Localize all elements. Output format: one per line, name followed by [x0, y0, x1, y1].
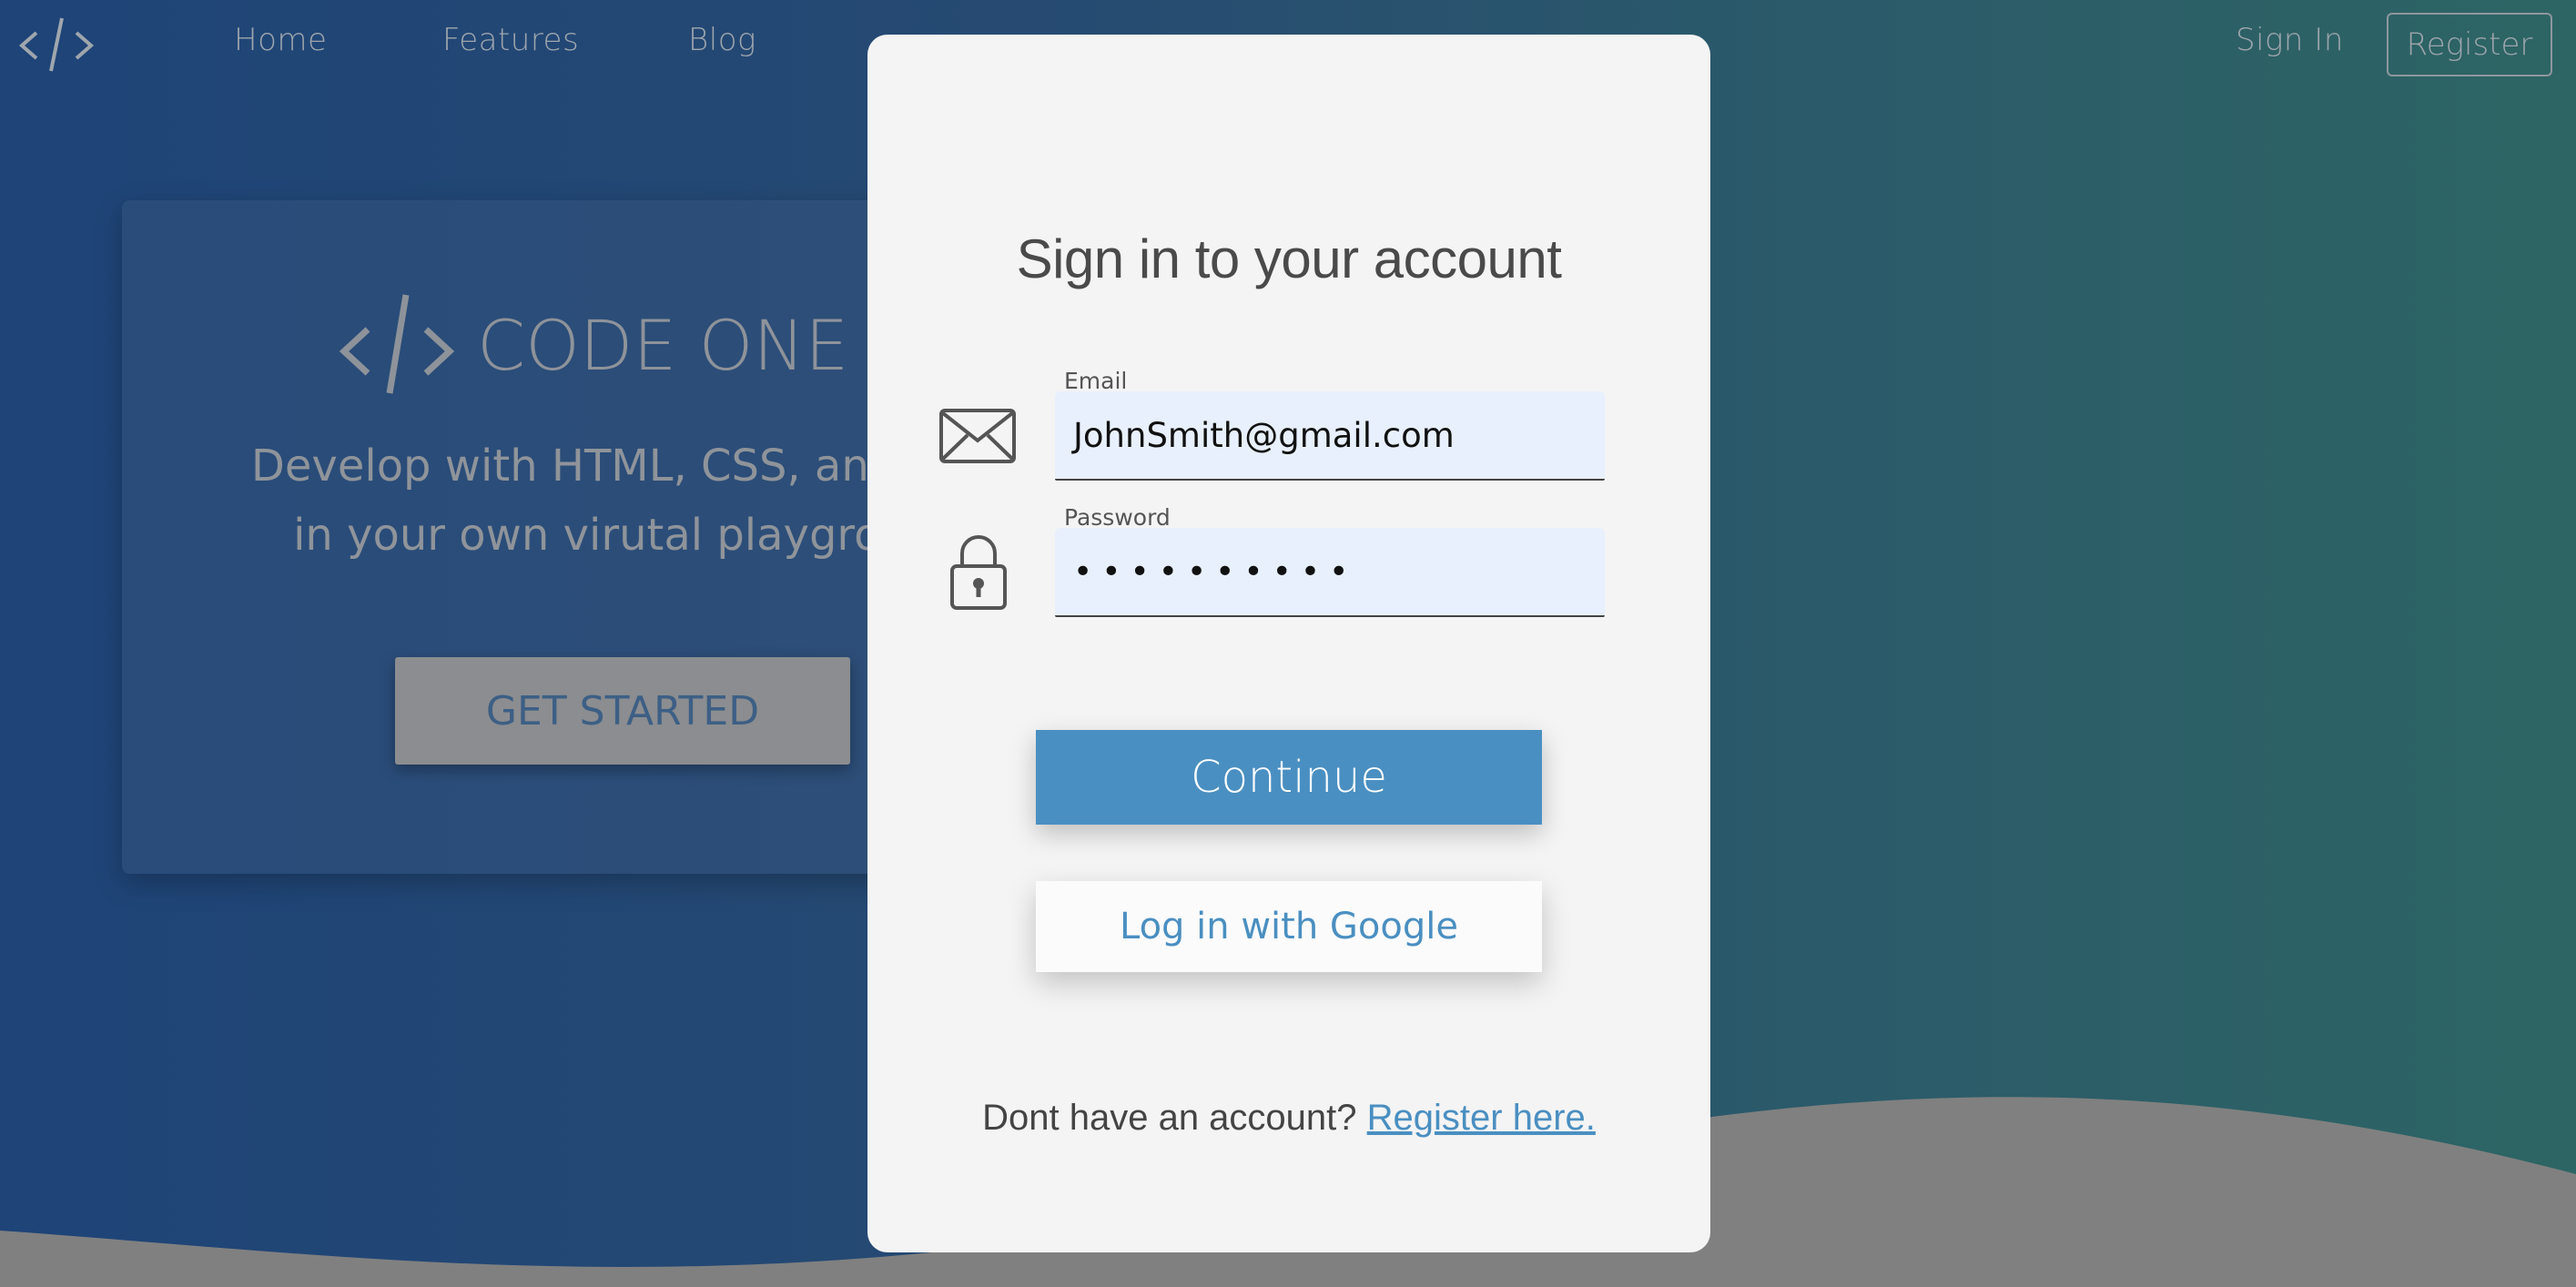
nav-blog-link[interactable]: Blog [688, 22, 756, 58]
hero-title: CODE ONE [337, 291, 848, 399]
code-brackets-icon[interactable] [16, 13, 96, 76]
google-login-button[interactable]: Log in with Google [1036, 881, 1542, 972]
lock-icon [950, 535, 1007, 610]
code-brackets-icon [339, 294, 455, 394]
continue-button[interactable]: Continue [1036, 730, 1542, 825]
nav-features-link[interactable]: Features [442, 22, 579, 58]
get-started-button[interactable]: GET STARTED [395, 657, 850, 765]
register-link[interactable]: Register here. [1367, 1098, 1596, 1138]
nav-sign-in-link[interactable]: Sign In [2236, 22, 2344, 58]
register-prompt: Dont have an account? Register here. [867, 1098, 1710, 1139]
password-field[interactable]: •••••••••• [1055, 528, 1605, 617]
nav-register-button[interactable]: Register [2387, 13, 2552, 76]
email-label: Email [1064, 368, 1128, 394]
modal-title: Sign in to your account [1016, 228, 1562, 289]
register-prompt-text: Dont have an account? [982, 1098, 1357, 1138]
hero-brand: CODE ONE [477, 304, 849, 386]
nav-home-link[interactable]: Home [234, 22, 327, 58]
envelope-icon [939, 409, 1016, 463]
email-field[interactable]: JohnSmith@gmail.com [1055, 391, 1605, 481]
sign-in-modal: Sign in to your account Email JohnSmith@… [867, 35, 1710, 1252]
password-label: Password [1064, 504, 1171, 531]
